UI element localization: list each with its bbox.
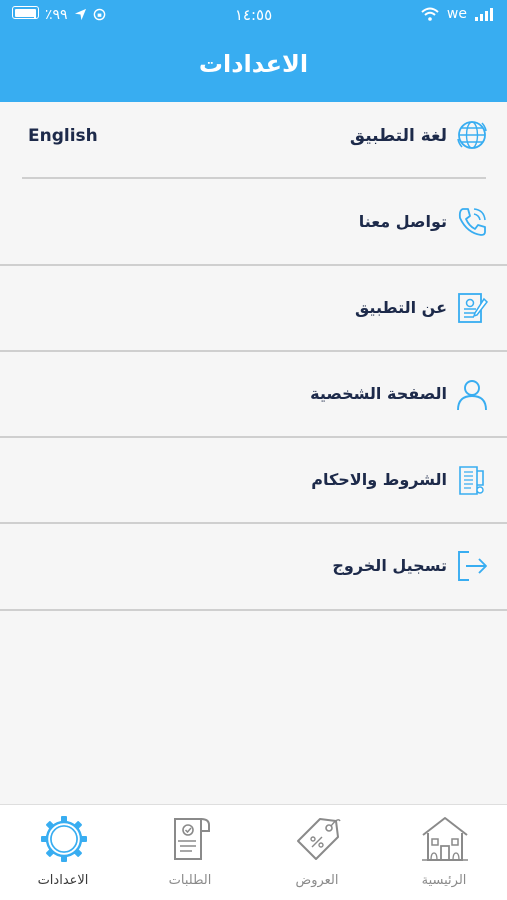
terms-icon: [459, 466, 484, 495]
orders-icon: [174, 818, 210, 860]
gear-icon: [41, 816, 87, 862]
terms-row[interactable]: الشروط والاحكام: [0, 438, 507, 523]
globe-icon: [457, 121, 487, 149]
tab-settings[interactable]: الاعدادات: [0, 805, 126, 900]
tab-orders[interactable]: الطلبات: [127, 805, 253, 900]
contact-us-label: تواصل معنا: [358, 212, 447, 231]
contact-us-row[interactable]: تواصل معنا: [0, 180, 507, 265]
tab-bar: الاعدادات الطلبات العروض الرئيسية: [0, 804, 507, 900]
tab-offers[interactable]: العروض: [254, 805, 380, 900]
language-label: لغة التطبيق: [349, 126, 447, 146]
page-title: الاعدادات: [198, 50, 309, 78]
profile-row[interactable]: الصفحة الشخصية: [0, 352, 507, 437]
divider: [0, 609, 507, 611]
divider: [22, 177, 486, 179]
language-value[interactable]: English: [28, 126, 98, 146]
logout-row[interactable]: تسجيل الخروج: [0, 524, 507, 609]
status-bar: ٪٩٩ ١٤:٥٥ we: [0, 0, 507, 32]
tab-orders-label: الطلبات: [168, 873, 212, 888]
user-icon: [457, 380, 487, 411]
tab-home[interactable]: الرئيسية: [381, 805, 507, 900]
about-app-label: عن التطبيق: [355, 298, 447, 317]
status-right: we: [421, 6, 493, 22]
price-tag-icon: [297, 818, 341, 860]
logout-icon: [458, 551, 487, 581]
app-header: ٪٩٩ ١٤:٥٥ we الاعدادات: [0, 0, 507, 102]
profile-label: الصفحة الشخصية: [310, 384, 447, 403]
tab-offers-label: العروض: [295, 873, 339, 888]
carrier-name: we: [446, 6, 467, 22]
about-app-row[interactable]: عن التطبيق: [0, 266, 507, 351]
signal-icon: [475, 7, 493, 21]
tab-settings-label: الاعدادات: [37, 873, 89, 888]
tab-home-label: الرئيسية: [421, 873, 467, 888]
phone-icon: [458, 208, 486, 236]
wifi-icon: [421, 7, 439, 21]
logout-label: تسجيل الخروج: [332, 556, 447, 575]
house-icon: [422, 817, 468, 861]
terms-label: الشروط والاحكام: [311, 470, 447, 489]
document-edit-icon: [458, 293, 488, 323]
